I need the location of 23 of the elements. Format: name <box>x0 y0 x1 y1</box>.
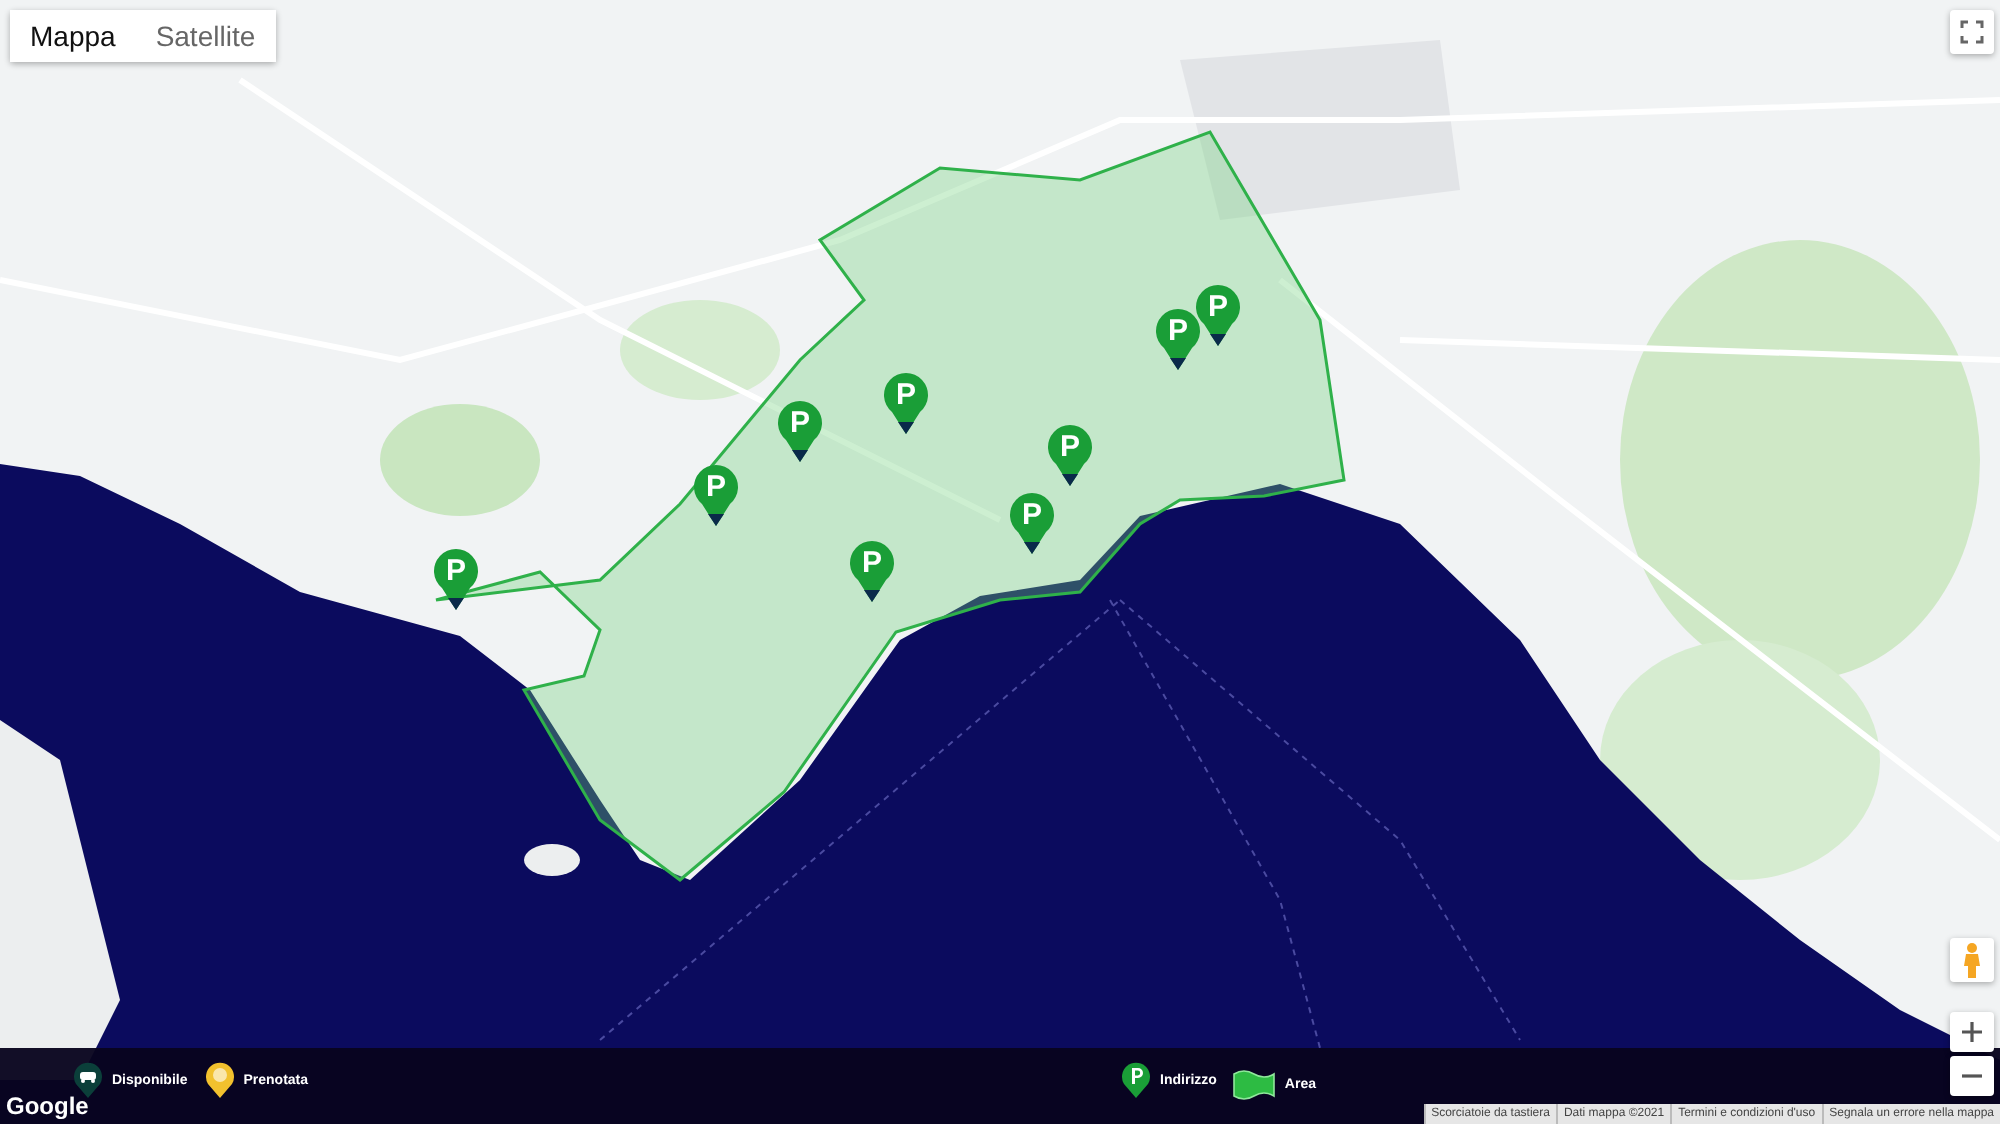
parking-marker[interactable]: P <box>1046 424 1094 488</box>
parking-marker[interactable]: P <box>432 548 480 612</box>
google-logo: Google <box>6 1092 89 1120</box>
zoom-in-button[interactable] <box>1950 1012 1994 1052</box>
person-icon <box>1962 942 1982 978</box>
zoom-out-button[interactable] <box>1950 1056 1994 1096</box>
map-type-tab[interactable]: Satellite <box>135 10 276 62</box>
parking-marker[interactable]: P <box>1194 284 1242 348</box>
marker-icon <box>203 1060 236 1100</box>
parking-marker[interactable]: P <box>848 540 896 604</box>
map-type-tab[interactable]: Mappa <box>10 10 136 62</box>
minus-icon <box>1962 1074 1982 1078</box>
parking-marker-icon <box>1120 1060 1153 1100</box>
car-marker-icon <box>72 1060 104 1100</box>
flag-icon <box>1232 1068 1277 1100</box>
parking-marker[interactable]: P <box>776 400 824 464</box>
parking-marker[interactable]: P <box>882 372 930 436</box>
plus-icon <box>1962 1022 1982 1042</box>
parking-marker[interactable]: P <box>1008 492 1056 556</box>
fullscreen-button[interactable] <box>1950 10 1994 54</box>
fullscreen-icon <box>1960 20 1984 44</box>
parking-marker[interactable]: P <box>1154 308 1202 372</box>
parking-marker[interactable]: P <box>692 464 740 528</box>
